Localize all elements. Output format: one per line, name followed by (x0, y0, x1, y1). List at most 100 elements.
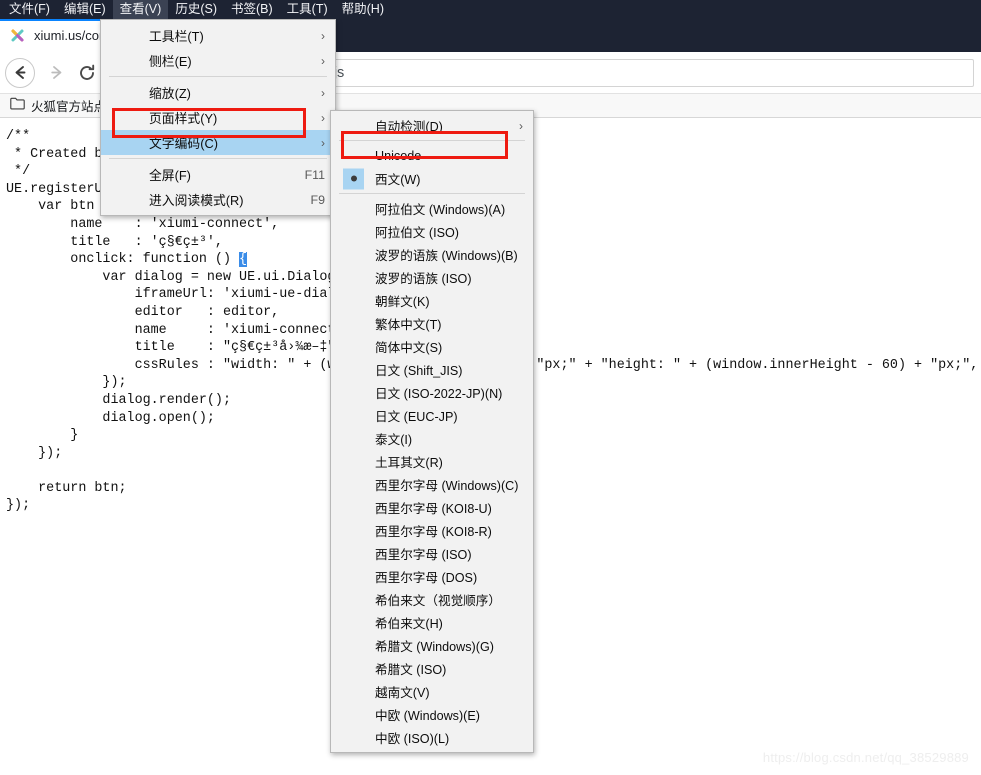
menu-item-label: 中欧 (Windows)(E) (375, 709, 480, 723)
chevron-right-icon: › (321, 28, 325, 43)
xiumi-x-logo-icon (9, 27, 26, 44)
encoding-baltic-windows[interactable]: 波罗的语族 (Windows)(B) (331, 243, 533, 266)
menubar-item-view[interactable]: 查看(V) (112, 0, 169, 19)
menu-item-label: 波罗的语族 (Windows)(B) (375, 249, 518, 263)
encoding-cyrillic-dos[interactable]: 西里尔字母 (DOS) (331, 565, 533, 588)
menu-item-shortcut: F11 (304, 167, 325, 182)
menubar-item-label: 编辑(E) (63, 2, 106, 16)
view-menu-page-style[interactable]: 页面样式(Y) › (101, 105, 335, 130)
encoding-arabic-iso[interactable]: 阿拉伯文 (ISO) (331, 220, 533, 243)
encoding-japanese-shiftjis[interactable]: 日文 (Shift_JIS) (331, 358, 533, 381)
encoding-arabic-windows[interactable]: 阿拉伯文 (Windows)(A) (331, 197, 533, 220)
menubar-item-file[interactable]: 文件(F) (2, 0, 57, 19)
menu-item-label: 希伯来文（视觉顺序） (375, 594, 501, 608)
encoding-baltic-iso[interactable]: 波罗的语族 (ISO) (331, 266, 533, 289)
menubar-item-label: 查看(V) (119, 2, 162, 16)
encoding-traditional-chinese[interactable]: 繁体中文(T) (331, 312, 533, 335)
menu-item-label: 土耳其文(R) (375, 456, 443, 470)
menu-separator (339, 193, 525, 194)
menu-item-label: 泰文(I) (375, 433, 413, 447)
encoding-central-european-windows[interactable]: 中欧 (Windows)(E) (331, 703, 533, 726)
encoding-hebrew[interactable]: 希伯来文(H) (331, 611, 533, 634)
menu-item-label: 阿拉伯文 (Windows)(A) (375, 203, 506, 217)
encoding-turkish[interactable]: 土耳其文(R) (331, 450, 533, 473)
code-matching-brace-highlight: { (239, 252, 248, 268)
folder-icon (10, 97, 25, 115)
menu-item-label: 日文 (Shift_JIS) (375, 364, 463, 378)
bookmark-item[interactable]: 火狐官方站点 (10, 96, 106, 115)
menu-item-label: 阿拉伯文 (ISO) (375, 226, 459, 240)
menu-bar: 文件(F) 编辑(E) 查看(V) 历史(S) 书签(B) 工具(T) 帮助(H) (0, 0, 981, 19)
view-menu-sidebar[interactable]: 侧栏(E) › (101, 48, 335, 73)
menu-separator (109, 158, 327, 159)
menu-separator (339, 140, 525, 141)
menu-item-label: 西文(W) (375, 173, 421, 187)
encoding-cyrillic-iso[interactable]: 西里尔字母 (ISO) (331, 542, 533, 565)
encoding-korean[interactable]: 朝鲜文(K) (331, 289, 533, 312)
view-menu-toolbars[interactable]: 工具栏(T) › (101, 23, 335, 48)
encoding-japanese-iso2022jp[interactable]: 日文 (ISO-2022-JP)(N) (331, 381, 533, 404)
menu-item-label: 进入阅读模式(R) (149, 193, 244, 208)
menubar-item-edit[interactable]: 编辑(E) (57, 0, 113, 19)
tab-title: xiumi.us/con (34, 28, 107, 43)
menu-item-shortcut: F9 (310, 192, 325, 207)
encoding-hebrew-visual[interactable]: 希伯来文（视觉顺序） (331, 588, 533, 611)
menubar-item-label: 工具(T) (286, 2, 328, 16)
radio-selected-icon (343, 168, 364, 189)
menubar-item-help[interactable]: 帮助(H) (335, 0, 391, 19)
forward-arrow-icon (41, 58, 71, 88)
menu-item-label: 希腊文 (Windows)(G) (375, 640, 494, 654)
chevron-right-icon: › (321, 110, 325, 125)
menu-item-label: 朝鲜文(K) (375, 295, 430, 309)
menu-item-label: 页面样式(Y) (149, 111, 218, 126)
chevron-right-icon: › (321, 85, 325, 100)
menu-item-label: 工具栏(T) (149, 29, 204, 44)
encoding-simplified-chinese[interactable]: 简体中文(S) (331, 335, 533, 358)
menu-item-label: 日文 (EUC-JP) (375, 410, 458, 424)
encoding-auto-detect[interactable]: 自动检测(D) › (331, 114, 533, 137)
menu-item-label: 西里尔字母 (KOI8-R) (375, 525, 492, 539)
chevron-right-icon: › (321, 53, 325, 68)
menu-item-label: 希腊文 (ISO) (375, 663, 447, 677)
menu-item-label: 全屏(F) (149, 168, 191, 183)
encoding-cyrillic-windows[interactable]: 西里尔字母 (Windows)(C) (331, 473, 533, 496)
menu-item-label: 西里尔字母 (DOS) (375, 571, 478, 585)
view-menu-reader-mode[interactable]: 进入阅读模式(R) F9 (101, 187, 335, 212)
menubar-item-label: 帮助(H) (341, 2, 384, 16)
menu-item-label: 西里尔字母 (KOI8-U) (375, 502, 492, 516)
bookmark-item-label: 火狐官方站点 (31, 100, 107, 114)
encoding-central-european-iso[interactable]: 中欧 (ISO)(L) (331, 726, 533, 749)
menubar-item-history[interactable]: 历史(S) (168, 0, 224, 19)
encoding-greek-windows[interactable]: 希腊文 (Windows)(G) (331, 634, 533, 657)
menu-item-label: 侧栏(E) (149, 54, 192, 69)
encoding-japanese-eucjp[interactable]: 日文 (EUC-JP) (331, 404, 533, 427)
menu-item-label: 缩放(Z) (149, 86, 191, 101)
encoding-cyrillic-koi8u[interactable]: 西里尔字母 (KOI8-U) (331, 496, 533, 519)
browser-window: 文件(F) 编辑(E) 查看(V) 历史(S) 书签(B) 工具(T) 帮助(H) xium… (0, 0, 981, 775)
menubar-item-label: 书签(B) (230, 2, 273, 16)
encoding-greek-iso[interactable]: 希腊文 (ISO) (331, 657, 533, 680)
menu-item-label: 简体中文(S) (375, 341, 443, 355)
view-menu-zoom[interactable]: 缩放(Z) › (101, 80, 335, 105)
encoding-western[interactable]: 西文(W) (331, 167, 533, 190)
menu-item-label: 中欧 (ISO)(L) (375, 732, 450, 746)
encoding-unicode[interactable]: Unicode (331, 144, 533, 167)
menubar-item-tools[interactable]: 工具(T) (280, 0, 335, 19)
menu-item-label: 日文 (ISO-2022-JP)(N) (375, 387, 503, 401)
chevron-right-icon: › (321, 135, 325, 150)
chevron-right-icon: › (519, 118, 523, 133)
menubar-item-bookmarks[interactable]: 书签(B) (224, 0, 280, 19)
menu-item-label: 繁体中文(T) (375, 318, 442, 332)
view-menu-fullscreen[interactable]: 全屏(F) F11 (101, 162, 335, 187)
menubar-item-label: 历史(S) (175, 2, 217, 16)
back-arrow-icon[interactable] (5, 57, 35, 88)
encoding-vietnamese[interactable]: 越南文(V) (331, 680, 533, 703)
encoding-thai[interactable]: 泰文(I) (331, 427, 533, 450)
menu-item-label: 自动检测(D) (375, 120, 443, 134)
menu-item-label: 西里尔字母 (ISO) (375, 548, 472, 562)
encoding-cyrillic-koi8r[interactable]: 西里尔字母 (KOI8-R) (331, 519, 533, 542)
view-menu-text-encoding[interactable]: 文字编码(C) › (101, 130, 335, 155)
reload-icon[interactable] (72, 58, 102, 88)
menu-separator (109, 76, 327, 77)
menu-item-label: 文字编码(C) (149, 136, 218, 151)
